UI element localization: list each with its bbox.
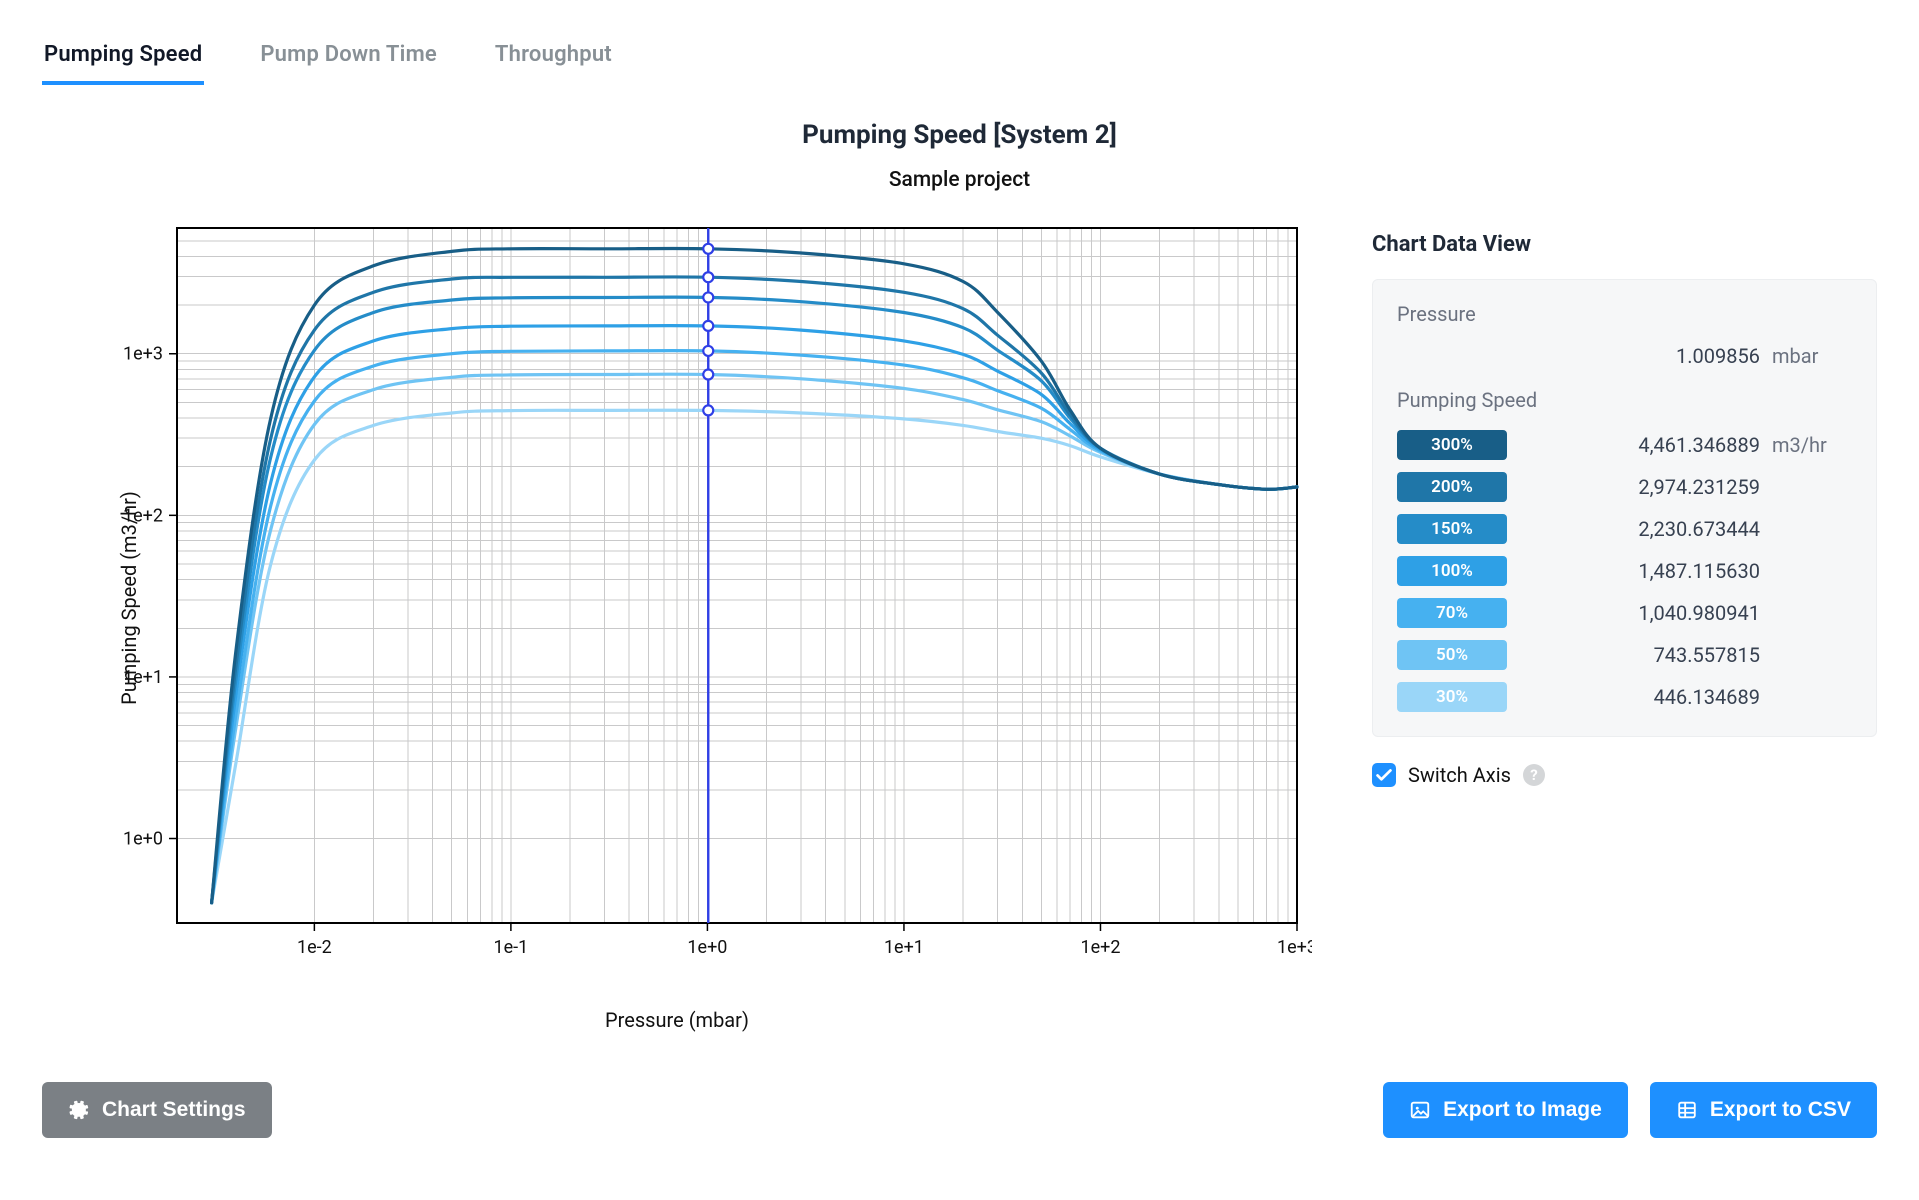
svg-text:1e-2: 1e-2: [297, 937, 332, 958]
svg-text:1e+3: 1e+3: [1277, 937, 1312, 958]
export-image-button[interactable]: Export to Image: [1383, 1082, 1628, 1138]
switch-axis-checkbox[interactable]: [1372, 763, 1396, 787]
chart-title: Pumping Speed [System 2]: [42, 120, 1877, 150]
export-csv-button[interactable]: Export to CSV: [1650, 1082, 1877, 1138]
series-row: 50% 743.557815: [1397, 634, 1852, 676]
svg-text:1e+0: 1e+0: [687, 937, 727, 958]
svg-text:1e+1: 1e+1: [884, 937, 924, 958]
switch-axis-label: Switch Axis: [1408, 763, 1511, 787]
chart-settings-label: Chart Settings: [102, 1098, 246, 1122]
series-value: 4,461.346889: [1519, 433, 1760, 457]
speed-label: Pumping Speed: [1397, 388, 1852, 412]
series-badge[interactable]: 50%: [1397, 640, 1507, 670]
tab-pump-down-time[interactable]: Pump Down Time: [258, 36, 439, 85]
series-badge[interactable]: 200%: [1397, 472, 1507, 502]
check-icon: [1373, 764, 1395, 786]
series-unit: m3/hr: [1772, 433, 1852, 457]
series-value: 743.557815: [1519, 643, 1760, 667]
series-row: 100% 1,487.115630: [1397, 550, 1852, 592]
svg-text:1e+1: 1e+1: [123, 667, 163, 688]
svg-text:1e-1: 1e-1: [494, 937, 529, 958]
svg-text:1e+3: 1e+3: [123, 344, 163, 365]
series-row: 200% 2,974.231259: [1397, 466, 1852, 508]
svg-text:1e+0: 1e+0: [123, 829, 163, 850]
x-axis-label: Pressure (mbar): [605, 1008, 749, 1032]
series-row: 300% 4,461.346889 m3/hr: [1397, 424, 1852, 466]
pressure-label: Pressure: [1397, 302, 1852, 326]
tab-pumping-speed[interactable]: Pumping Speed: [42, 36, 204, 85]
series-row: 150% 2,230.673444: [1397, 508, 1852, 550]
series-value: 2,974.231259: [1519, 475, 1760, 499]
image-icon: [1409, 1099, 1431, 1121]
series-value: 1,040.980941: [1519, 601, 1760, 625]
series-badge[interactable]: 300%: [1397, 430, 1507, 460]
gear-icon: [68, 1099, 90, 1121]
series-row: 30% 446.134689: [1397, 676, 1852, 718]
data-view-panel: Pressure 1.009856 mbar Pumping Speed 300…: [1372, 279, 1877, 737]
series-badge[interactable]: 70%: [1397, 598, 1507, 628]
pressure-value: 1.009856: [1519, 344, 1760, 368]
series-badge[interactable]: 30%: [1397, 682, 1507, 712]
chart-subtitle: Sample project: [42, 168, 1877, 192]
table-icon: [1676, 1099, 1698, 1121]
series-row: 70% 1,040.980941: [1397, 592, 1852, 634]
series-value: 446.134689: [1519, 685, 1760, 709]
tabs: Pumping Speed Pump Down Time Throughput: [42, 36, 1877, 86]
chart-settings-button[interactable]: Chart Settings: [42, 1082, 272, 1138]
export-csv-label: Export to CSV: [1710, 1098, 1851, 1122]
series-badge[interactable]: 100%: [1397, 556, 1507, 586]
chart[interactable]: Pumping Speed (m3/hr) 1e-21e-11e+01e+11e…: [42, 218, 1312, 978]
series-badge[interactable]: 150%: [1397, 514, 1507, 544]
series-value: 2,230.673444: [1519, 517, 1760, 541]
tab-throughput[interactable]: Throughput: [493, 36, 614, 85]
svg-text:1e+2: 1e+2: [1080, 937, 1120, 958]
data-view-title: Chart Data View: [1372, 232, 1877, 257]
pressure-unit: mbar: [1772, 344, 1852, 368]
svg-text:1e+2: 1e+2: [123, 505, 163, 526]
export-image-label: Export to Image: [1443, 1098, 1602, 1122]
help-icon[interactable]: ?: [1523, 764, 1545, 786]
series-value: 1,487.115630: [1519, 559, 1760, 583]
